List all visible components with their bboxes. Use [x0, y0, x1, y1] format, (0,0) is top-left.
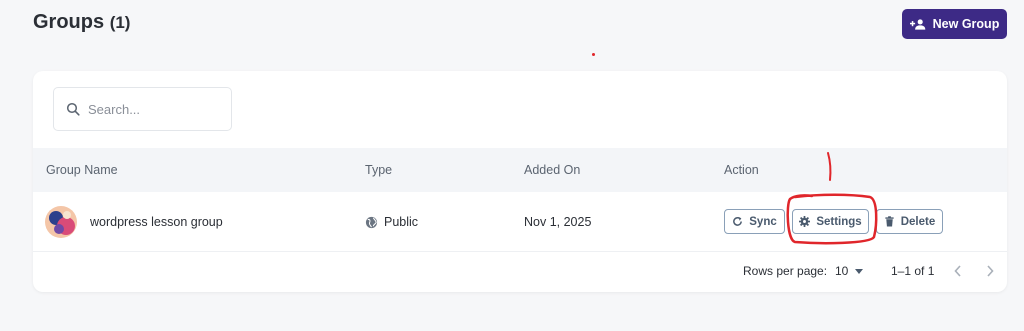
- add-group-icon: [909, 18, 925, 30]
- sync-icon: [733, 216, 743, 226]
- rows-per-page-select[interactable]: 10: [835, 264, 864, 278]
- rows-per-page-label: Rows per page:: [743, 264, 828, 278]
- settings-button[interactable]: Settings: [792, 209, 869, 234]
- chevron-left-icon[interactable]: [954, 265, 962, 277]
- search-box[interactable]: [53, 87, 232, 131]
- table-header: Group Name Type Added On Action: [33, 148, 1007, 192]
- gear-icon: [799, 216, 811, 227]
- rows-per-page-value: 10: [835, 264, 849, 278]
- group-avatar: [45, 206, 77, 238]
- group-count: (1): [109, 13, 131, 32]
- new-group-button[interactable]: New Group: [902, 9, 1007, 39]
- table-row: wordpress lesson group Public Nov 1, 202…: [33, 192, 1007, 252]
- settings-label: Settings: [816, 215, 862, 228]
- pagination-range: 1–1 of 1: [891, 264, 935, 278]
- sync-button[interactable]: Sync: [724, 209, 785, 234]
- annotation-dot: [592, 53, 595, 56]
- caret-down-icon: [855, 268, 864, 274]
- column-type: Type: [365, 163, 393, 177]
- new-group-label: New Group: [932, 17, 1000, 31]
- globe-icon: [365, 216, 378, 228]
- chevron-right-icon[interactable]: [986, 265, 994, 277]
- page-title: Groups (1): [33, 11, 130, 34]
- group-type-label: Public: [384, 215, 419, 229]
- column-added-on: Added On: [524, 163, 581, 177]
- group-added-on: Nov 1, 2025: [524, 215, 592, 229]
- group-type: Public: [365, 215, 418, 229]
- trash-icon: [885, 216, 894, 227]
- delete-label: Delete: [900, 215, 936, 228]
- search-input[interactable]: [88, 101, 218, 117]
- column-group-name: Group Name: [46, 163, 118, 177]
- sync-label: Sync: [749, 215, 777, 228]
- column-action: Action: [724, 163, 759, 177]
- page-title-text: Groups: [33, 11, 105, 33]
- delete-button[interactable]: Delete: [876, 209, 943, 234]
- groups-card: Group Name Type Added On Action wordpres…: [33, 71, 1007, 292]
- group-name[interactable]: wordpress lesson group: [90, 215, 223, 229]
- search-icon: [66, 102, 80, 116]
